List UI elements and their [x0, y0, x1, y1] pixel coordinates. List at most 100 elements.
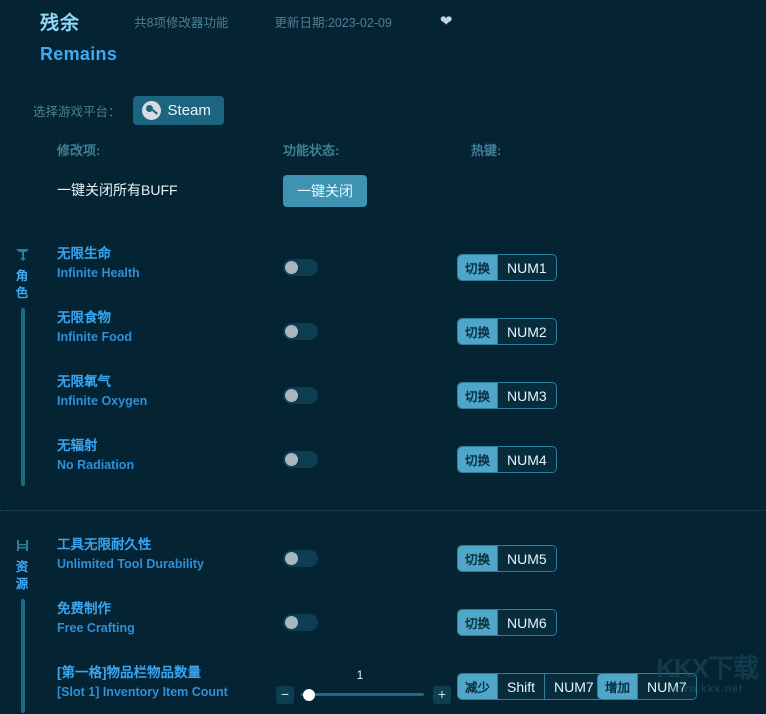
one-key-disable-row: 一键关闭所有BUFF 一键关闭: [0, 175, 766, 220]
cheat-name-en: No Radiation: [57, 458, 135, 473]
toggle-knob: [285, 552, 298, 565]
hotkey-key[interactable]: NUM6: [497, 610, 556, 635]
section-divider: [0, 510, 766, 511]
hotkey-binding[interactable]: 切换 NUM6: [457, 609, 557, 636]
header-top-row: 残余 共8项修改器功能 更新日期:2023-02-09 ❤: [40, 8, 452, 35]
section-rail-label: 角色: [15, 269, 29, 300]
slider-track[interactable]: [301, 693, 424, 696]
slider-handle[interactable]: [303, 689, 315, 701]
hotkey-key[interactable]: NUM4: [497, 447, 556, 472]
toggle-knob: [285, 325, 298, 338]
cheat-name-cn: 免费制作: [57, 601, 111, 616]
cheat-name-cn: 无辐射: [57, 438, 98, 453]
hotkey-binding[interactable]: 减少 Shift NUM7: [457, 673, 604, 700]
resource-icon: [0, 537, 44, 557]
cheat-name-cn: 无限生命: [57, 246, 111, 261]
hotkey-action-label: 增加: [598, 674, 638, 699]
column-header-status: 功能状态:: [283, 143, 340, 158]
cheat-toggle[interactable]: [283, 614, 318, 631]
cheat-name-en: Unlimited Tool Durability: [57, 557, 204, 572]
cheat-toggle[interactable]: [283, 387, 318, 404]
cheat-name-en: Free Crafting: [57, 621, 135, 636]
hotkey-key[interactable]: Shift: [497, 674, 545, 699]
hotkey-action-label: 切换: [458, 447, 498, 472]
hotkey-binding[interactable]: 切换 NUM3: [457, 382, 557, 409]
cheat-toggle[interactable]: [283, 323, 318, 340]
cheat-name-cn: 工具无限耐久性: [57, 537, 152, 552]
toggle-knob: [285, 389, 298, 402]
hotkey-key[interactable]: NUM7: [544, 674, 603, 699]
section-rail-label: 资源: [15, 560, 29, 591]
cheat-row: 无限食物 Infinite Food 切换 NUM2: [44, 300, 766, 364]
cheat-sections: 角色无限生命 Infinite Health 切换 NUM1 无限食物 Infinite …: [0, 236, 766, 714]
section-rail-line: [21, 599, 25, 713]
section-body: 资源工具无限耐久性 Unlimited Tool Durability 切换 NUM5…: [0, 527, 766, 714]
cheat-name-en: Infinite Health: [57, 266, 140, 281]
cheat-name-en: [Slot 1] Inventory Item Count: [57, 685, 228, 700]
hotkey-action-label: 切换: [458, 255, 498, 280]
cheat-name-en: Infinite Oxygen: [57, 394, 148, 409]
hotkey-action-label: 切换: [458, 383, 498, 408]
cheat-row: 无限氧气 Infinite Oxygen 切换 NUM3: [44, 364, 766, 428]
cheat-toggle[interactable]: [283, 550, 318, 567]
cheat-toggle[interactable]: [283, 259, 318, 276]
section-rail-line: [21, 308, 25, 486]
column-header-name: 修改项:: [57, 143, 101, 158]
cheat-name-cn: 无限氧气: [57, 374, 111, 389]
cheat-row-labels: 无限氧气 Infinite Oxygen: [57, 372, 147, 411]
cheat-row-labels: 工具无限耐久性 Unlimited Tool Durability: [57, 535, 204, 574]
column-header-hotkey: 热键:: [471, 143, 502, 158]
section-rail: 资源: [0, 527, 44, 714]
cheat-toggle[interactable]: [283, 451, 318, 468]
slider-decrement-button[interactable]: −: [276, 686, 294, 704]
heart-icon[interactable]: ❤: [440, 14, 453, 29]
section-rows: 工具无限耐久性 Unlimited Tool Durability 切换 NUM5 免费…: [44, 527, 766, 714]
cheat-row-labels: [第一格]物品栏物品数量 [Slot 1] Inventory Item Coun…: [57, 663, 228, 702]
section-body: 角色无限生命 Infinite Health 切换 NUM1 无限食物 Infinite …: [0, 236, 766, 492]
hotkey-action-label: 切换: [458, 546, 498, 571]
game-title-en: Remains: [40, 44, 118, 64]
cheat-row: [第一格]物品栏物品数量 [Slot 1] Inventory Item Coun…: [44, 655, 766, 714]
hotkey-binding[interactable]: 切换 NUM4: [457, 446, 557, 473]
toggle-knob: [285, 616, 298, 629]
character-icon: [0, 246, 44, 266]
toggle-knob: [285, 261, 298, 274]
section-rail: 角色: [0, 236, 44, 492]
hotkey-key[interactable]: NUM1: [497, 255, 556, 280]
hotkey-key[interactable]: NUM3: [497, 383, 556, 408]
one-key-disable-button[interactable]: 一键关闭: [283, 175, 367, 207]
hotkey-binding[interactable]: 增加 NUM7: [597, 673, 697, 700]
cheat-row: 无辐射 No Radiation 切换 NUM4: [44, 428, 766, 492]
hotkey-action-label: 切换: [458, 319, 498, 344]
hotkey-action-label: 减少: [458, 674, 498, 699]
cheat-section: 角色无限生命 Infinite Health 切换 NUM1 无限食物 Infinite …: [0, 236, 766, 492]
hotkey-key[interactable]: NUM5: [497, 546, 556, 571]
steam-icon: [141, 100, 161, 120]
cheat-name-cn: [第一格]物品栏物品数量: [57, 665, 201, 680]
cheat-name-en: Infinite Food: [57, 330, 132, 345]
platform-label: 选择游戏平台：: [33, 104, 121, 119]
platform-selector-row: 选择游戏平台： Steam: [0, 92, 224, 128]
slider-value: 1: [356, 668, 364, 682]
hotkey-key[interactable]: NUM2: [497, 319, 556, 344]
cheat-row-labels: 无限生命 Infinite Health: [57, 244, 140, 283]
hotkey-binding[interactable]: 切换 NUM2: [457, 318, 557, 345]
platform-steam-button[interactable]: Steam: [132, 95, 224, 125]
hotkey-binding[interactable]: 切换 NUM1: [457, 254, 557, 281]
hotkey-binding[interactable]: 切换 NUM5: [457, 545, 557, 572]
one-key-disable-label: 一键关闭所有BUFF: [57, 182, 178, 198]
hotkey-action-label: 切换: [458, 610, 498, 635]
cheat-row: 免费制作 Free Crafting 切换 NUM6: [44, 591, 766, 655]
cheat-row-labels: 无限食物 Infinite Food: [57, 308, 132, 347]
cheat-row-labels: 无辐射 No Radiation: [57, 436, 134, 475]
column-headers: 修改项: 功能状态: 热键:: [0, 140, 766, 162]
cheat-row: 无限生命 Infinite Health 切换 NUM1: [44, 236, 766, 300]
update-date: 更新日期:2023-02-09: [274, 16, 392, 30]
feature-count: 共8项修改器功能: [134, 16, 229, 30]
cheat-slider[interactable]: 1 − +: [276, 668, 451, 705]
app-header: 残余 共8项修改器功能 更新日期:2023-02-09 ❤ Remains: [0, 0, 766, 82]
hotkey-key[interactable]: NUM7: [637, 674, 696, 699]
slider-increment-button[interactable]: +: [433, 686, 451, 704]
section-rows: 无限生命 Infinite Health 切换 NUM1 无限食物 Infinite Fo…: [44, 236, 766, 492]
platform-steam-label: Steam: [167, 101, 211, 119]
